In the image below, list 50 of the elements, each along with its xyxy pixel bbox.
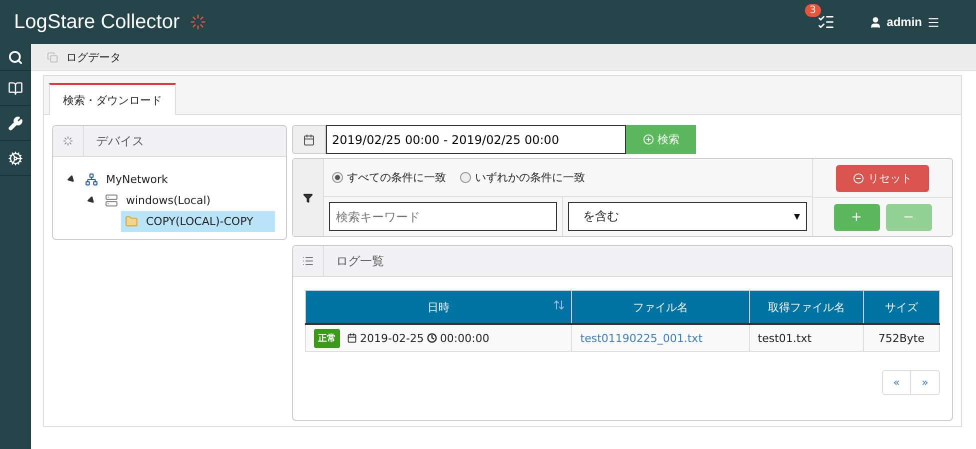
wrench-icon[interactable]	[8, 116, 23, 130]
breadcrumb: ログデータ	[66, 50, 121, 64]
column-header[interactable]: 日時	[306, 290, 572, 324]
radio-button[interactable]	[460, 172, 471, 183]
notification-count: 3	[804, 4, 822, 17]
calendar-icon	[347, 333, 357, 343]
menu-icon	[927, 16, 940, 28]
network-icon	[85, 173, 98, 186]
table-cell: test01.txt	[749, 324, 864, 352]
minus-circle-icon	[853, 172, 864, 184]
column-header[interactable]: サイズ	[863, 290, 940, 324]
task-list-icon[interactable]	[816, 13, 835, 31]
expand-toggle-icon[interactable]	[86, 196, 96, 206]
match-option[interactable]: いずれかの条件に一致	[460, 170, 585, 185]
time-text: 00:00:00	[440, 332, 490, 344]
radio-button[interactable]	[332, 172, 343, 183]
panel-title: デバイス	[95, 132, 144, 150]
sort-icon[interactable]	[553, 299, 566, 311]
column-header[interactable]: ファイル名	[572, 290, 750, 324]
date-text: 2019-02-25	[360, 332, 424, 344]
page-button[interactable]: «	[882, 370, 911, 395]
server-icon	[105, 194, 118, 207]
user-icon	[868, 16, 882, 28]
column-header[interactable]: 取得ファイル名	[749, 290, 864, 324]
condition-dropdown[interactable]: を含む	[568, 202, 807, 231]
book-icon[interactable]	[8, 80, 23, 96]
status-tag: 正常	[314, 328, 340, 348]
folder-icon	[125, 215, 138, 228]
keyword-field[interactable]: 検索キーワード	[329, 202, 557, 231]
plus-circle-icon	[642, 134, 654, 145]
tab[interactable]: 検索・ダウンロード	[49, 83, 176, 115]
tree-item[interactable]: MyNetwork	[81, 169, 275, 190]
table-cell: 752Byte	[863, 324, 940, 352]
panel-title: ログ一覧	[335, 252, 384, 270]
loading-icon	[190, 14, 206, 30]
filter-icon	[303, 192, 313, 202]
date-range-field[interactable]: 2019/02/25 00:00 - 2019/02/25 00:00	[326, 125, 626, 154]
expand-toggle-icon[interactable]	[66, 174, 76, 184]
tree-item[interactable]: COPY(LOCAL)-COPY	[121, 211, 275, 232]
page-button[interactable]: »	[911, 370, 940, 395]
match-option[interactable]: すべての条件に一致	[332, 170, 446, 185]
calendar-icon	[303, 134, 315, 146]
search-icon[interactable]	[8, 50, 23, 64]
tree-item[interactable]: windows(Local)	[101, 190, 275, 211]
user-menu[interactable]: admin	[868, 15, 940, 29]
app-title: LogStare Collector	[14, 10, 180, 34]
reset-button[interactable]: リセット	[836, 164, 929, 192]
clock-icon	[426, 333, 437, 343]
loading-icon	[63, 136, 73, 146]
page-icon	[47, 52, 58, 62]
